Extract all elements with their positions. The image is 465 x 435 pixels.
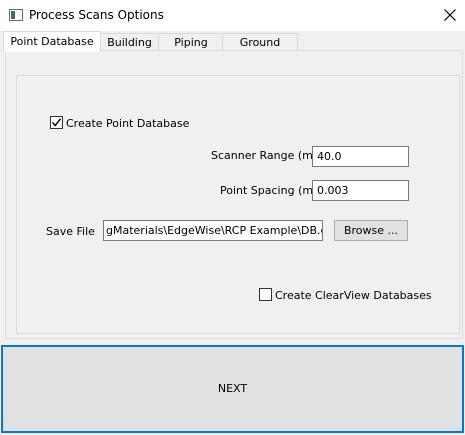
create-clearview-checkbox[interactable] [259,288,272,301]
app-window-icon [9,9,23,21]
window-title: Process Scans Options [29,8,164,22]
point-spacing-label: Point Spacing (m) [220,184,318,197]
checkmark-icon [51,118,62,127]
create-clearview-label: Create ClearView Databases [275,289,432,302]
tab-building[interactable]: Building [99,33,160,51]
tab-point-database[interactable]: Point Database [3,31,101,52]
tab-ground[interactable]: Ground [222,33,298,51]
save-file-path-field[interactable]: gMaterials\EdgeWise\RCP Example\DB.c3DB [103,220,323,241]
create-point-database-label: Create Point Database [66,117,190,130]
save-file-label: Save File [46,225,95,238]
title-bar: Process Scans Options [0,0,465,31]
scanner-range-label: Scanner Range (m) [211,149,318,162]
next-button[interactable]: NEXT [1,345,464,433]
close-icon [444,9,456,21]
create-point-database-checkbox[interactable] [50,116,63,129]
point-spacing-field[interactable]: 0.003 [312,180,409,201]
scanner-range-field[interactable]: 40.0 [312,146,409,167]
tab-piping[interactable]: Piping [158,33,224,51]
browse-button[interactable]: Browse ... [334,220,408,241]
close-button[interactable] [434,0,465,31]
